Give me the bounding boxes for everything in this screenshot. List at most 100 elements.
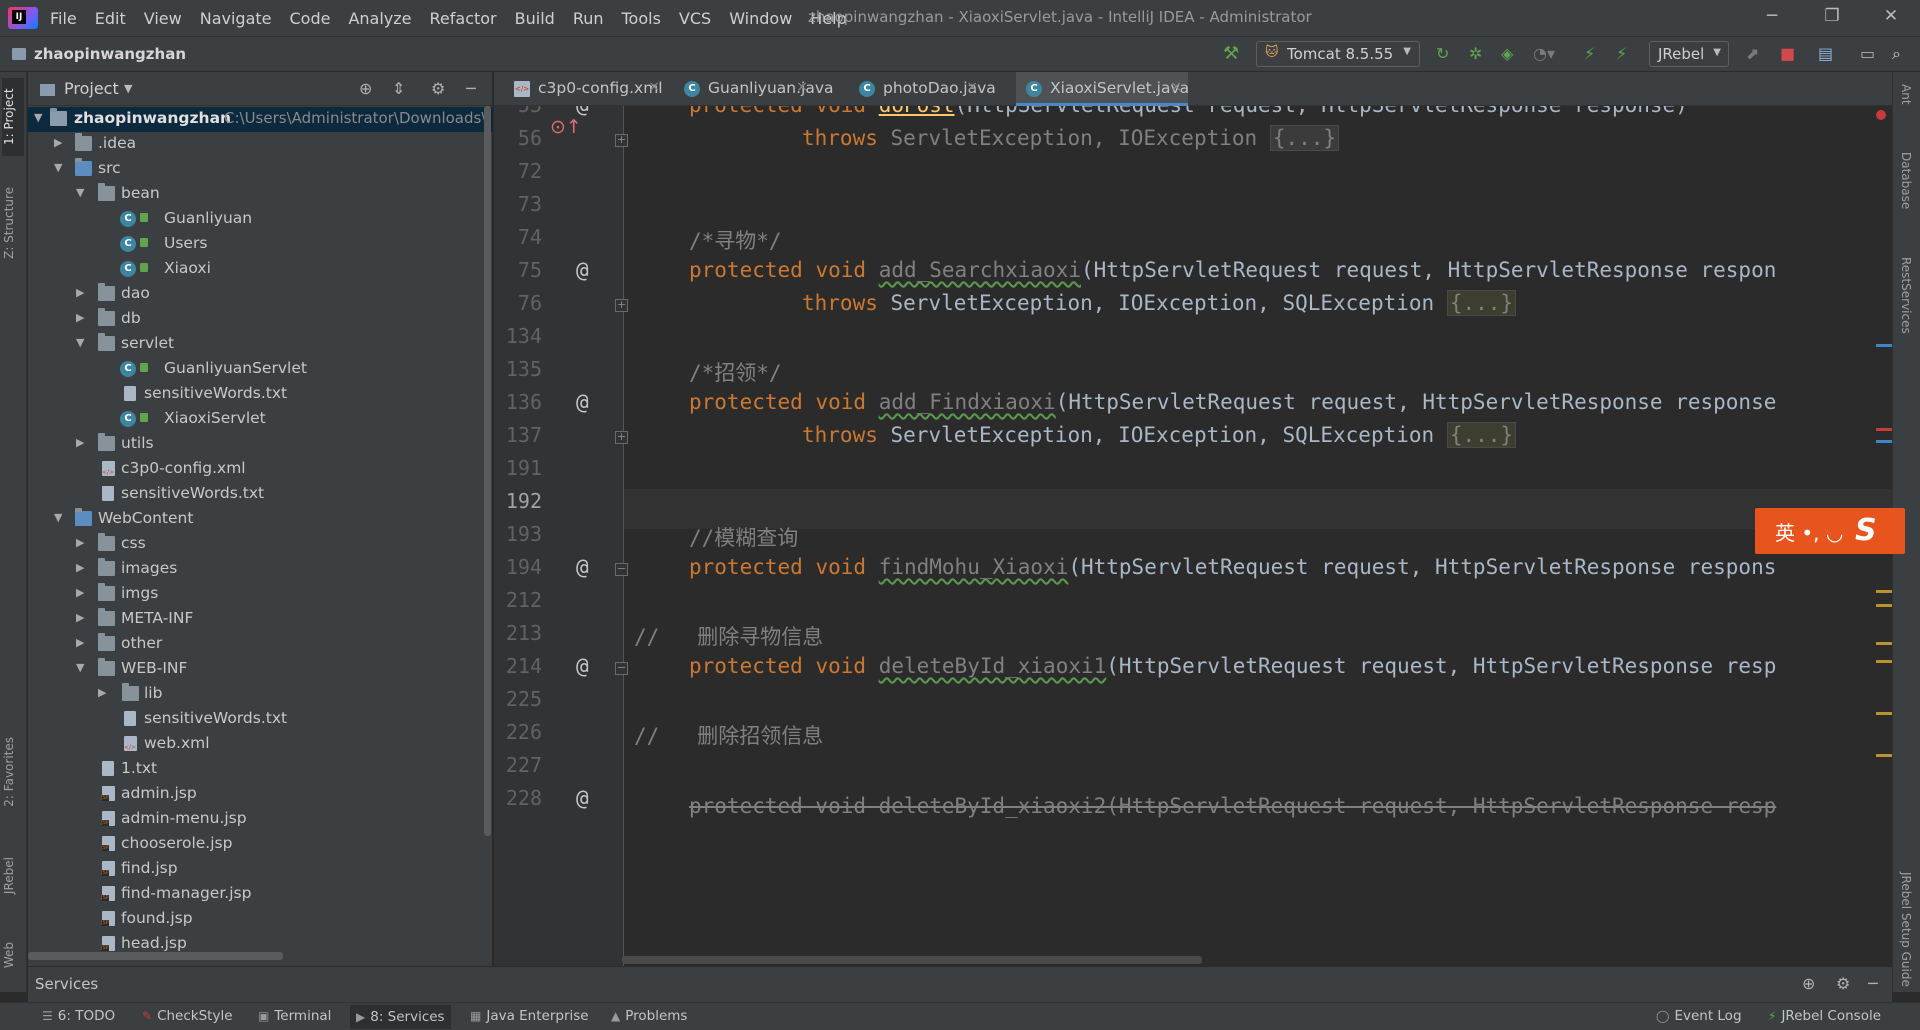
annotation-at-icon[interactable]: @ xyxy=(576,555,589,579)
collapse-all-icon[interactable]: ⇕ xyxy=(392,79,405,98)
tree-item-src[interactable]: ▼ src xyxy=(28,157,493,182)
locate-target-icon[interactable]: ⊕ xyxy=(359,79,372,98)
tree-item-lib[interactable]: ▶ lib xyxy=(28,682,493,707)
stripe-tab-database[interactable]: Database xyxy=(1899,152,1913,209)
tree-item-find-jsp[interactable]: find.jsp xyxy=(28,857,493,882)
scroll-marker[interactable] xyxy=(1876,344,1892,347)
stop-icon[interactable]: ■ xyxy=(1780,44,1795,63)
fold-expand-icon[interactable]: + xyxy=(615,431,628,444)
run-configuration-select[interactable]: 🐱 Tomcat 8.5.55 ▼ xyxy=(1256,41,1420,67)
tree-item-root[interactable]: ▼ zhaopinwangzhan C:\Users\Administrator… xyxy=(28,107,493,132)
tree-item-xiaoxiservlet[interactable]: C XiaoxiServlet xyxy=(28,407,493,432)
stripe-tab-jrebel-guide[interactable]: JRebel Setup Guide xyxy=(1899,872,1913,987)
tree-item-images[interactable]: ▶ images xyxy=(28,557,493,582)
expanded-arrow-icon[interactable]: ▼ xyxy=(34,111,42,124)
tree-item-css[interactable]: ▶ css xyxy=(28,532,493,557)
expanded-arrow-icon[interactable]: ▼ xyxy=(76,661,84,674)
tree-item-admin-menu-jsp[interactable]: admin-menu.jsp xyxy=(28,807,493,832)
expanded-arrow-icon[interactable]: ▼ xyxy=(54,161,62,174)
hide-icon[interactable]: ─ xyxy=(466,79,476,98)
tree-item-found-jsp[interactable]: found.jsp xyxy=(28,907,493,932)
tool-event-log[interactable]: ◯ Event Log xyxy=(1656,1008,1742,1024)
tree-item-idea[interactable]: ▶ .idea xyxy=(28,132,493,157)
menu-window[interactable]: Window xyxy=(729,9,792,28)
menu-build[interactable]: Build xyxy=(515,9,555,28)
error-indicator-icon[interactable] xyxy=(1876,110,1886,120)
horizontal-scrollbar[interactable] xyxy=(28,952,283,960)
layout-icon[interactable]: ▭ xyxy=(1860,44,1875,63)
scroll-marker[interactable] xyxy=(1876,660,1892,663)
expanded-arrow-icon[interactable]: ▼ xyxy=(54,511,62,524)
tree-item-other[interactable]: ▶ other xyxy=(28,632,493,657)
tree-item-db[interactable]: ▶ db xyxy=(28,307,493,332)
collapsed-arrow-icon[interactable]: ▶ xyxy=(76,286,84,299)
attach-icon[interactable]: ⬈ xyxy=(1746,44,1759,63)
tool-problems[interactable]: ▲ Problems xyxy=(611,1008,687,1024)
stripe-tab-web[interactable]: Web xyxy=(2,942,16,968)
project-structure-icon[interactable]: ▤ xyxy=(1818,44,1833,63)
tree-item-chooserole-jsp[interactable]: chooserole.jsp xyxy=(28,832,493,857)
menu-edit[interactable]: Edit xyxy=(95,9,126,28)
tree-item-meta-inf[interactable]: ▶ META-INF xyxy=(28,607,493,632)
tool-services[interactable]: ▶ 8: Services xyxy=(350,1005,451,1029)
menu-vcs[interactable]: VCS xyxy=(679,9,711,28)
tree-item-web-inf[interactable]: ▼ WEB-INF xyxy=(28,657,493,682)
scroll-marker[interactable] xyxy=(1876,712,1892,715)
collapsed-arrow-icon[interactable]: ▶ xyxy=(76,611,84,624)
restore-icon[interactable]: ❐ xyxy=(1809,6,1855,26)
stripe-tab-ant[interactable]: Ant xyxy=(1899,84,1913,105)
scroll-marker[interactable] xyxy=(1876,754,1892,757)
tree-item-1-txt[interactable]: 1.txt xyxy=(28,757,493,782)
annotation-at-icon[interactable]: @ xyxy=(576,106,589,117)
close-icon[interactable]: × xyxy=(1170,79,1182,95)
tool-terminal[interactable]: ▣ Terminal xyxy=(258,1008,331,1024)
tree-item-guanliyuan[interactable]: C Guanliyuan xyxy=(28,207,493,232)
collapsed-arrow-icon[interactable]: ▶ xyxy=(76,586,84,599)
tree-item-sensitivewords-src[interactable]: sensitiveWords.txt xyxy=(28,482,493,507)
annotation-at-icon[interactable]: @ xyxy=(576,258,589,282)
tree-item-users[interactable]: C Users xyxy=(28,232,493,257)
tab-guanliyuan[interactable]: C Guanliyuan.java × xyxy=(674,72,834,106)
breadcrumb-project[interactable]: zhaopinwangzhan xyxy=(34,45,186,63)
menu-code[interactable]: Code xyxy=(290,9,331,28)
tree-item-xiaoxi[interactable]: C Xiaoxi xyxy=(28,257,493,282)
override-method-icon[interactable]: ⊙↑ xyxy=(550,116,582,138)
scroll-marker[interactable] xyxy=(1876,428,1892,431)
coverage-icon[interactable]: ◈ xyxy=(1501,44,1513,63)
collapsed-arrow-icon[interactable]: ▶ xyxy=(54,136,62,149)
expanded-arrow-icon[interactable]: ▼ xyxy=(76,336,84,349)
close-icon[interactable]: × xyxy=(966,79,978,95)
tree-item-admin-jsp[interactable]: admin.jsp xyxy=(28,782,493,807)
close-icon[interactable]: × xyxy=(796,79,808,95)
fold-collapse-icon[interactable]: − xyxy=(615,662,628,675)
menu-tools[interactable]: Tools xyxy=(622,9,661,28)
collapsed-arrow-icon[interactable]: ▶ xyxy=(98,686,106,699)
stripe-tab-project[interactable]: 1: Project xyxy=(2,78,24,156)
folded-code[interactable]: {...} xyxy=(1446,422,1517,448)
minimize-icon[interactable]: ─ xyxy=(1749,6,1795,26)
rerun-icon[interactable]: ↻ xyxy=(1436,44,1449,63)
method-name[interactable]: add_Searchxiaoxi xyxy=(879,258,1081,282)
annotation-at-icon[interactable]: @ xyxy=(576,390,589,414)
method-name[interactable]: doPost xyxy=(879,106,955,117)
method-name[interactable]: findMohu_Xiaoxi xyxy=(879,555,1069,579)
close-window-icon[interactable]: ✕ xyxy=(1868,6,1914,26)
tool-jrebel-console[interactable]: ⚡ JRebel Console xyxy=(1768,1008,1881,1024)
menu-file[interactable]: File xyxy=(50,9,77,28)
tree-item-utils[interactable]: ▶ utils xyxy=(28,432,493,457)
code-editor[interactable]: ⊙↑ 55 56 72 73 74 75 76 134 135 136 137 … xyxy=(494,106,1892,966)
folded-code[interactable]: {...} xyxy=(1446,290,1517,316)
jrebel-select[interactable]: JRebel ▼ xyxy=(1649,41,1729,67)
fold-collapse-icon[interactable]: − xyxy=(615,563,628,576)
jrebel-run-icon[interactable]: ⚡ xyxy=(1584,44,1595,63)
tab-xiaoxiservlet[interactable]: C XiaoxiServlet.java × xyxy=(1016,72,1189,106)
code-line-192-caret[interactable] xyxy=(624,489,1892,529)
ime-indicator[interactable]: 英 •, ◡ S xyxy=(1755,508,1905,554)
menu-run[interactable]: Run xyxy=(573,9,604,28)
fold-expand-icon[interactable]: + xyxy=(615,299,628,312)
folded-code[interactable]: {...} xyxy=(1269,125,1340,151)
tool-checkstyle[interactable]: ✎ CheckStyle xyxy=(142,1008,233,1024)
tree-item-dao[interactable]: ▶ dao xyxy=(28,282,493,307)
chevron-down-icon[interactable]: ▼ xyxy=(124,82,132,95)
tool-java-enterprise[interactable]: ▦ Java Enterprise xyxy=(470,1008,589,1024)
